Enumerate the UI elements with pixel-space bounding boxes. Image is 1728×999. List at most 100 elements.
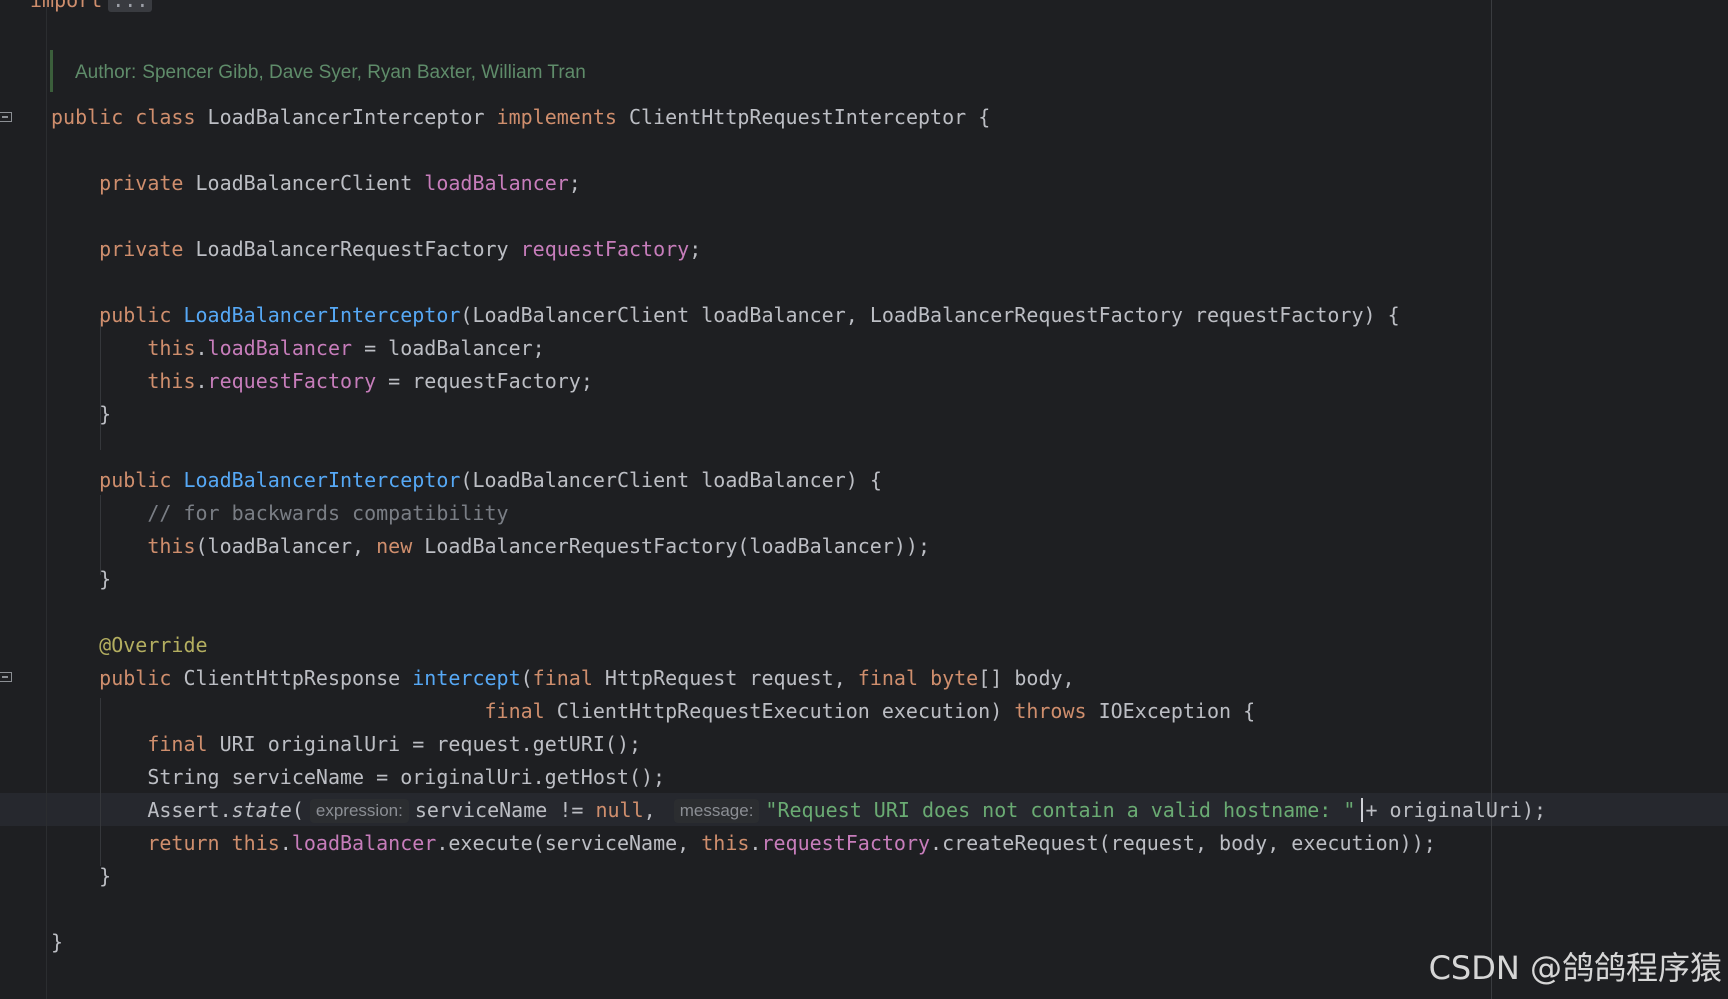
keyword: class — [135, 105, 196, 129]
code-line[interactable]: } — [51, 926, 63, 959]
field-name: loadBalancer — [291, 831, 437, 855]
keyword: this — [701, 831, 750, 855]
code-text: IOException { — [1086, 699, 1256, 723]
code-text: . — [195, 369, 208, 393]
code-text: [] body, — [978, 666, 1075, 690]
code-line[interactable]: public LoadBalancerInterceptor(LoadBalan… — [51, 299, 1400, 332]
code-line[interactable]: final ClientHttpRequestExecution executi… — [51, 695, 1255, 728]
code-text: . — [279, 831, 292, 855]
code-line[interactable]: private LoadBalancerRequestFactory reque… — [51, 233, 701, 266]
keyword: byte — [930, 666, 979, 690]
keyword: null — [595, 798, 644, 822]
code-text: LoadBalancerRequestFactory(loadBalancer)… — [412, 534, 931, 558]
keyword: this — [147, 369, 196, 393]
code-text: } — [51, 567, 112, 591]
fold-class-icon[interactable] — [0, 112, 12, 122]
keyword: final — [532, 666, 593, 690]
keyword: final — [857, 666, 919, 690]
code-text: + originalUri); — [1365, 798, 1547, 822]
field-name: loadBalancer — [207, 336, 353, 360]
code-text: ClientHttpRequestInterceptor { — [616, 105, 991, 129]
gutter-divider — [46, 0, 47, 999]
code-line[interactable]: } — [51, 398, 111, 431]
method-name: LoadBalancerInterceptor — [183, 303, 461, 327]
method-name: intercept — [412, 666, 521, 690]
keyword: public — [99, 666, 172, 690]
code-line[interactable]: final URI originalUri = request.getURI()… — [51, 728, 641, 761]
code-text: ClientHttpRequestExecution execution) — [544, 699, 1015, 723]
code-text: HttpRequest request, — [592, 666, 858, 690]
code-line[interactable]: } — [51, 860, 111, 893]
doc-author-tag: Author: — [75, 62, 137, 83]
code-text: serviceName != — [414, 798, 596, 822]
collapsed-imports-badge[interactable]: ... — [108, 0, 153, 12]
field-name: loadBalancer — [424, 171, 569, 195]
comment: // for backwards compatibility — [147, 501, 509, 525]
code-text: ( — [291, 798, 304, 822]
code-text: .execute(serviceName, — [436, 831, 702, 855]
code-text: (LoadBalancerClient loadBalancer) { — [460, 468, 882, 492]
field-name: requestFactory — [761, 831, 931, 855]
keyword: implements — [496, 105, 617, 129]
keyword: public — [51, 105, 124, 129]
code-line[interactable]: @Override — [51, 629, 208, 662]
keyword: private — [99, 171, 184, 195]
annotation: @Override — [99, 633, 208, 657]
code-text: ( — [520, 666, 533, 690]
doc-author-names: Spencer Gibb, Dave Syer, Ryan Baxter, Wi… — [142, 62, 586, 83]
code-line[interactable]: Assert.state(expression: serviceName != n… — [51, 794, 1546, 827]
keyword: throws — [1014, 699, 1087, 723]
code-text: Assert. — [51, 798, 232, 822]
code-line[interactable]: this(loadBalancer, new LoadBalancerReque… — [51, 530, 930, 563]
keyword: final — [484, 699, 545, 723]
code-line[interactable]: public LoadBalancerInterceptor(LoadBalan… — [51, 464, 882, 497]
code-line[interactable]: // for backwards compatibility — [51, 497, 509, 530]
keyword: public — [99, 468, 172, 492]
code-text: = requestFactory; — [376, 369, 593, 393]
code-text: (LoadBalancerClient loadBalancer, LoadBa… — [460, 303, 1400, 327]
code-line[interactable]: return this.loadBalancer.execute(service… — [51, 827, 1436, 860]
code-text: LoadBalancerInterceptor — [195, 105, 497, 129]
code-line[interactable]: } — [51, 563, 111, 596]
watermark: CSDN @鸽鸽程序猿 — [1428, 949, 1722, 987]
code-text: . — [749, 831, 762, 855]
keyword: new — [376, 534, 413, 558]
code-line[interactable]: public class LoadBalancerInterceptor imp… — [51, 101, 990, 134]
fold-method-icon[interactable] — [0, 672, 12, 682]
code-text: ; — [689, 237, 702, 261]
code-line[interactable]: this.loadBalancer = loadBalancer; — [51, 332, 544, 365]
collapsed-import-line[interactable]: import... — [30, 0, 153, 12]
code-text: LoadBalancerClient — [183, 171, 425, 195]
code-text: .createRequest(request, body, execution)… — [930, 831, 1436, 855]
code-text: URI originalUri = request.getURI(); — [207, 732, 642, 756]
parameter-hint: expression: — [309, 799, 409, 823]
code-line[interactable]: private LoadBalancerClient loadBalancer; — [51, 167, 581, 200]
parameter-hint: message: — [673, 799, 760, 823]
method-name: LoadBalancerInterceptor — [183, 468, 461, 492]
keyword: this — [231, 831, 280, 855]
import-keyword: import — [30, 0, 103, 12]
code-line[interactable]: public ClientHttpResponse intercept(fina… — [51, 662, 1075, 695]
keyword: this — [147, 336, 196, 360]
code-text: ; — [568, 171, 581, 195]
code-line[interactable]: this.requestFactory = requestFactory; — [51, 365, 593, 398]
code-line[interactable]: String serviceName = originalUri.getHost… — [51, 761, 665, 794]
string-literal: "Request URI does not contain a valid ho… — [765, 798, 1356, 822]
